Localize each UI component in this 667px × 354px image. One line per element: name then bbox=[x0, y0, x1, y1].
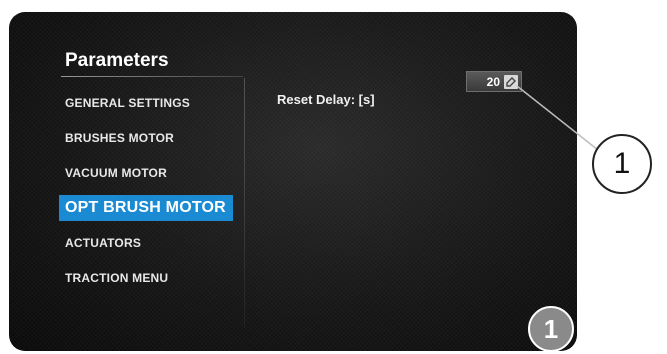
edit-icon[interactable] bbox=[504, 74, 518, 89]
page-number-badge: 1 bbox=[528, 306, 574, 352]
menu-item-traction-menu[interactable]: TRACTION MENU bbox=[65, 261, 245, 296]
reset-delay-label: Reset Delay: [s] bbox=[277, 92, 375, 107]
callout-number: 1 bbox=[592, 134, 652, 194]
menu-item-actuators[interactable]: ACTUATORS bbox=[65, 226, 245, 261]
menu-item-opt-brush-motor[interactable]: OPT BRUSH MOTOR bbox=[59, 195, 233, 221]
menu-item-vacuum-motor[interactable]: VACUUM MOTOR bbox=[65, 156, 245, 191]
panel-title: Parameters bbox=[65, 50, 169, 71]
reset-delay-value-field[interactable]: 20 bbox=[466, 71, 522, 92]
display-screen: Parameters GENERAL SETTINGS BRUSHES MOTO… bbox=[9, 12, 577, 351]
menu-item-brushes-motor[interactable]: BRUSHES MOTOR bbox=[65, 121, 245, 156]
parameters-menu: GENERAL SETTINGS BRUSHES MOTOR VACUUM MO… bbox=[59, 86, 245, 296]
reset-delay-value: 20 bbox=[486, 74, 500, 89]
title-divider bbox=[61, 76, 243, 77]
menu-item-general-settings[interactable]: GENERAL SETTINGS bbox=[65, 86, 245, 121]
